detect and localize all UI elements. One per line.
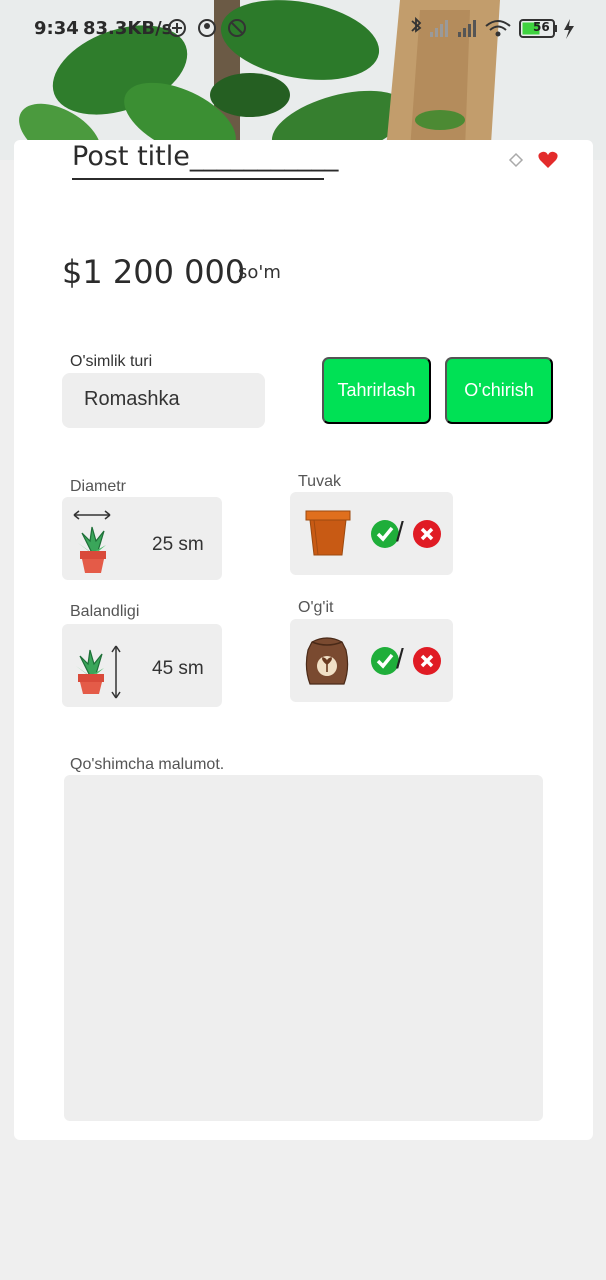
plant-diameter-icon	[73, 510, 111, 573]
post-card: Post title___________ $1 200 000 so'm O'…	[14, 140, 593, 1140]
notes-label: Qo'shimcha malumot.	[70, 756, 225, 773]
height-label: Balandligi	[70, 603, 140, 620]
delete-button[interactable]: O'chirish	[445, 357, 553, 424]
heart-icon	[508, 151, 558, 168]
fertilizer-box: /	[290, 619, 453, 702]
height-box: 45 sm	[62, 624, 222, 707]
post-price: $1 200 000	[62, 253, 246, 291]
notes-textarea[interactable]	[64, 775, 543, 1121]
favorite-button[interactable]	[508, 146, 564, 180]
pot-icon	[305, 510, 351, 556]
plant-type-value: Romashka	[84, 388, 180, 410]
status-bar: 9:34 83.3KB/s	[0, 0, 606, 60]
fertilizer-bag-icon	[305, 637, 349, 685]
diameter-label: Diametr	[70, 478, 127, 495]
pot-availability	[371, 520, 441, 548]
diameter-value: 25 sm	[152, 534, 204, 555]
edit-button[interactable]: Tahrirlash	[322, 357, 431, 424]
status-right-icons	[406, 16, 582, 46]
battery-level: 56	[533, 20, 550, 34]
price-currency: so'm	[238, 262, 281, 283]
height-value: 45 sm	[152, 658, 204, 679]
status-app-icons	[166, 17, 256, 45]
fertilizer-separator: /	[396, 643, 404, 674]
fertilizer-availability	[371, 647, 441, 675]
pot-label: Tuvak	[298, 473, 341, 490]
diameter-box: 25 sm	[62, 497, 222, 580]
fertilizer-label: O'g'it	[298, 599, 334, 616]
post-title-underline	[72, 178, 324, 180]
status-time: 9:34	[34, 18, 79, 39]
post-title: Post title___________	[72, 141, 339, 172]
pot-separator: /	[396, 516, 404, 547]
plant-type-field[interactable]: Romashka	[62, 373, 265, 428]
plant-type-label: O'simlik turi	[70, 353, 153, 370]
status-speed: 83.3KB/s	[83, 18, 173, 39]
plant-height-icon	[76, 645, 121, 699]
pot-box: /	[290, 492, 453, 575]
